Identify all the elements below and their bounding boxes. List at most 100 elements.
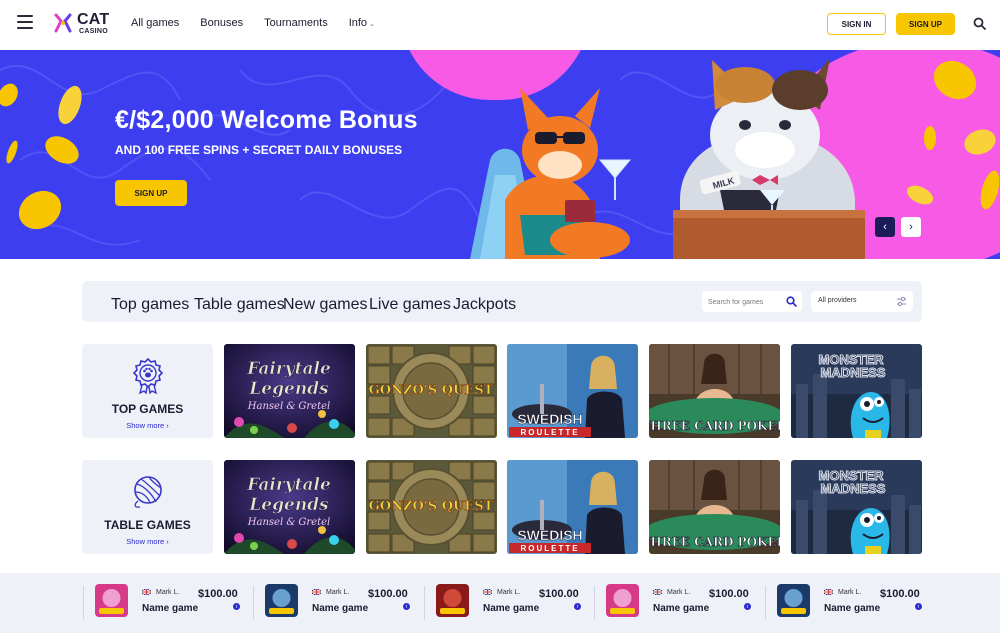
svg-text:MADNESS: MADNESS [820, 481, 885, 496]
game-tile-gonzos-quest[interactable]: GONZO'S QUEST [366, 460, 497, 554]
winner-name: Mark L. [667, 589, 691, 596]
tile-title: SWEDISH [517, 411, 582, 427]
tile-title: GONZO'S QUEST [369, 499, 494, 514]
ticker-item[interactable]: Mark L. $100.00 Name game i [765, 573, 935, 633]
uk-flag-icon [312, 589, 321, 595]
game-name: Name game [824, 603, 881, 614]
menu-icon[interactable] [17, 15, 33, 29]
svg-text:Hansel & Gretel: Hansel & Gretel [247, 517, 330, 528]
svg-text:MADNESS: MADNESS [820, 365, 885, 380]
game-tile-swedish-roulette[interactable]: SWEDISH ROULETTE [507, 344, 638, 438]
show-more-link[interactable]: Show more › [82, 421, 213, 430]
provider-select[interactable]: All providers [811, 291, 913, 312]
tile-title: THREE CARD POKER [649, 535, 780, 549]
nav-info-label: Info [348, 17, 368, 29]
info-icon[interactable]: i [233, 603, 240, 610]
logo-text: CAT [77, 11, 110, 28]
logo[interactable]: CAT CASINO [53, 11, 119, 39]
game-tile-three-card-poker[interactable]: THREE CARD POKER [649, 344, 780, 438]
tab-jackpots[interactable]: Jackpots [453, 296, 516, 314]
nav-info[interactable]: Info ⌄ [349, 17, 375, 29]
game-thumbnail [777, 584, 810, 617]
game-filter-bar: Top games Table games New games Live gam… [82, 281, 922, 322]
info-icon[interactable]: i [915, 603, 922, 610]
game-name: Name game [312, 603, 369, 614]
tile-title: THREE CARD POKER [649, 419, 780, 433]
tab-live-games[interactable]: Live games [369, 296, 451, 314]
hero-title: €/$2,000 Welcome Bonus [115, 106, 418, 134]
category-card-top-games[interactable]: TOP GAMES Show more › [82, 344, 213, 438]
category-card-table-games[interactable]: TABLE GAMES Show more › [82, 460, 213, 554]
show-more-label: Show more [126, 537, 165, 546]
ticker-item[interactable]: Mark L. $100.00 Name game i [83, 573, 253, 633]
win-amount: $100.00 [539, 588, 579, 600]
site-header: CAT CASINO All games Bonuses Tournaments… [0, 0, 1000, 50]
svg-text:Legends: Legends [248, 379, 329, 399]
game-thumbnail [265, 584, 298, 617]
game-name: Name game [653, 603, 710, 614]
coin-icon [906, 60, 1000, 210]
game-search [702, 291, 802, 312]
tab-new-games[interactable]: New games [283, 296, 367, 314]
show-more-link[interactable]: Show more › [82, 537, 213, 546]
chevron-right-icon: › [166, 421, 169, 430]
win-amount: $100.00 [368, 588, 408, 600]
chevron-right-icon: › [166, 537, 169, 546]
category-title: TABLE GAMES [104, 518, 191, 532]
search-icon[interactable] [973, 17, 986, 30]
main-nav: All games Bonuses Tournaments Info ⌄ [131, 17, 375, 29]
search-icon[interactable] [786, 296, 797, 307]
game-tile-fairytale-legends[interactable]: Fairytale Legends Hansel & Gretel [224, 344, 355, 438]
hero-sign-up-button[interactable]: SIGN UP [115, 180, 187, 206]
carousel-next-button[interactable]: › [901, 217, 921, 237]
show-more-label: Show more [126, 421, 165, 430]
info-icon[interactable]: i [403, 603, 410, 610]
recent-wins-ticker: Mark L. $100.00 Name game i Mark L. $100… [0, 573, 1000, 633]
winner-name: Mark L. [497, 589, 521, 596]
tab-table-games[interactable]: Table games [194, 296, 285, 314]
carousel-prev-button[interactable]: ‹ [875, 217, 895, 237]
sliders-icon [897, 296, 906, 307]
chevron-down-icon: ⌄ [369, 21, 375, 28]
game-thumbnail [606, 584, 639, 617]
game-tile-monster-madness[interactable]: MONSTER MADNESS [791, 460, 922, 554]
info-icon[interactable]: i [574, 603, 581, 610]
hero-subtitle: AND 100 FREE SPINS + SECRET DAILY BONUSE… [115, 143, 403, 157]
ticker-item[interactable]: Mark L. $100.00 Name game i [424, 573, 594, 633]
info-icon[interactable]: i [744, 603, 751, 610]
game-tile-monster-madness[interactable]: MONSTER MADNESS [791, 344, 922, 438]
win-amount: $100.00 [709, 588, 749, 600]
tile-title: GONZO'S QUEST [369, 383, 494, 398]
sign-in-button[interactable]: SIGN IN [827, 13, 886, 35]
nav-all-games[interactable]: All games [131, 17, 179, 29]
category-title: TOP GAMES [111, 402, 184, 416]
game-name: Name game [483, 603, 540, 614]
winner-name: Mark L. [838, 589, 862, 596]
uk-flag-icon [142, 589, 151, 595]
sign-up-button[interactable]: SIGN UP [896, 13, 955, 35]
tile-title: Fairytale [246, 359, 331, 379]
logo-subtext: CASINO [79, 28, 109, 35]
uk-flag-icon [483, 589, 492, 595]
chevron-left-icon: ‹ [883, 221, 887, 233]
nav-tournaments[interactable]: Tournaments [264, 17, 328, 29]
win-amount: $100.00 [880, 588, 920, 600]
game-search-input[interactable] [708, 296, 782, 308]
game-thumbnail [436, 584, 469, 617]
paw-badge-icon [132, 358, 164, 394]
uk-flag-icon [653, 589, 662, 595]
game-tile-three-card-poker[interactable]: THREE CARD POKER [649, 460, 780, 554]
uk-flag-icon [824, 589, 833, 595]
game-tile-fairytale-legends[interactable]: Fairytale Legends Hansel & Gretel [224, 460, 355, 554]
ticker-item[interactable]: Mark L. $100.00 Name game i [253, 573, 423, 633]
game-tile-gonzos-quest[interactable]: GONZO'S QUEST [366, 344, 497, 438]
hero-banner: MILK €/$2,000 Welcome Bonus AND 100 FREE… [0, 50, 1000, 259]
ticker-item[interactable]: Mark L. $100.00 Name game i [594, 573, 764, 633]
game-name: Name game [142, 603, 199, 614]
nav-bonuses[interactable]: Bonuses [200, 17, 243, 29]
game-tile-swedish-roulette[interactable]: SWEDISH ROULETTE [507, 460, 638, 554]
tile-title: Fairytale [246, 475, 331, 495]
svg-text:ROULETTE: ROULETTE [520, 544, 579, 553]
svg-text:Legends: Legends [248, 495, 329, 515]
tab-top-games[interactable]: Top games [111, 296, 189, 314]
